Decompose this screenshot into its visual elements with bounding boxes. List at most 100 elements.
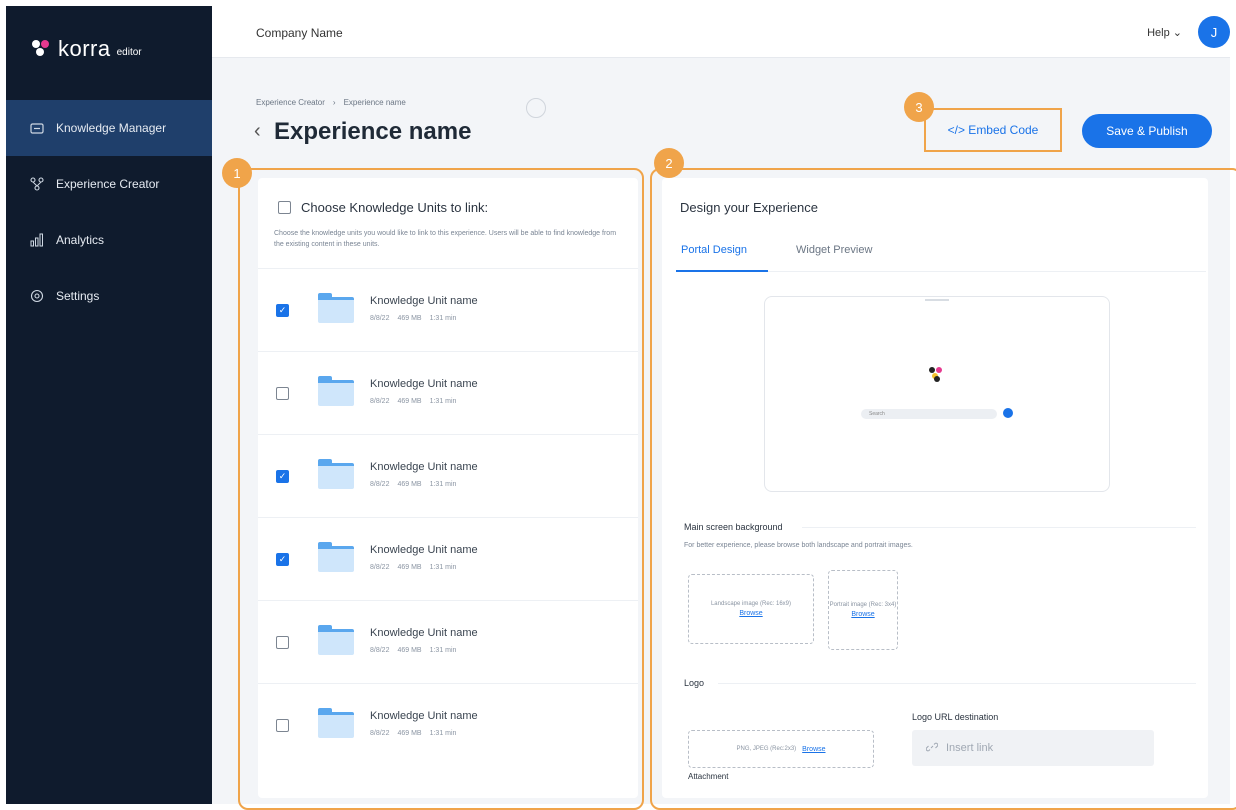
list-item[interactable]: Knowledge Unit name 8/8/22 469 MB 1:31 min — [258, 434, 638, 517]
unit-duration: 1:31 min — [429, 481, 457, 488]
folder-icon — [318, 459, 354, 489]
bar-chart-icon — [30, 233, 44, 247]
knowledge-units-panel: Choose Knowledge Units to link: Choose t… — [258, 178, 638, 798]
unit-size: 469 MB — [397, 730, 422, 737]
unit-date: 8/8/22 — [370, 398, 390, 405]
preview-logo-icon — [929, 367, 945, 383]
design-experience-panel: Design your Experience Portal Design Wid… — [662, 178, 1208, 798]
save-publish-button[interactable]: Save & Publish — [1082, 114, 1212, 148]
unit-checkbox[interactable] — [276, 304, 289, 317]
unit-checkbox[interactable] — [276, 470, 289, 483]
unit-size: 469 MB — [397, 564, 422, 571]
list-item[interactable]: Knowledge Unit name 8/8/22 469 MB 1:31 min — [258, 268, 638, 351]
breadcrumb-experience-creator[interactable]: Experience Creator — [256, 98, 325, 107]
background-description: For better experience, please browse bot… — [684, 542, 913, 549]
unit-meta: 8/8/22 469 MB 1:31 min — [370, 398, 456, 405]
insert-link-placeholder: Insert link — [946, 742, 994, 754]
unit-size: 469 MB — [397, 481, 422, 488]
tab-widget-preview[interactable]: Widget Preview — [796, 244, 872, 256]
unit-date: 8/8/22 — [370, 481, 390, 488]
list-item[interactable]: Knowledge Unit name 8/8/22 469 MB 1:31 min — [258, 517, 638, 600]
preview-search-input: Search — [861, 409, 997, 419]
embed-code-button[interactable]: </> Embed Code — [924, 108, 1062, 152]
select-all-checkbox[interactable] — [278, 201, 291, 214]
annotation-badge-2: 2 — [654, 148, 684, 178]
sidebar-item-analytics[interactable]: Analytics — [6, 212, 212, 268]
breadcrumb-current: Experience name — [343, 98, 406, 107]
unit-name: Knowledge Unit name — [370, 544, 478, 556]
korra-logo-icon — [32, 39, 52, 59]
list-item[interactable]: Knowledge Unit name 8/8/22 469 MB 1:31 min — [258, 600, 638, 683]
unit-name: Knowledge Unit name — [370, 295, 478, 307]
landscape-dropzone[interactable]: Landscape image (Rec: 16x9) Browse — [688, 574, 814, 644]
background-label: Main screen background — [684, 522, 783, 532]
knowledge-unit-list: Knowledge Unit name 8/8/22 469 MB 1:31 min… — [258, 268, 638, 766]
unit-date: 8/8/22 — [370, 315, 390, 322]
preview-search-button — [1003, 408, 1013, 418]
sidebar-item-label: Analytics — [56, 233, 105, 247]
main-content: Experience Creator › Experience name ‹ E… — [212, 58, 1236, 810]
link-icon — [925, 741, 939, 756]
unit-meta: 8/8/22 469 MB 1:31 min — [370, 647, 456, 654]
unit-duration: 1:31 min — [429, 315, 457, 322]
brand-name: korra — [58, 36, 111, 61]
unit-checkbox[interactable] — [276, 719, 289, 732]
logo-url-label: Logo URL destination — [912, 712, 999, 722]
logo-url-input[interactable]: Insert link — [912, 730, 1154, 766]
annotation-badge-1: 1 — [222, 158, 252, 188]
preview-top-bar — [925, 299, 949, 301]
sidebar-item-label: Experience Creator — [56, 177, 160, 191]
logo-attachment-dropzone[interactable]: PNG, JPEG (Rec:2x3) Browse — [688, 730, 874, 768]
unit-duration: 1:31 min — [429, 564, 457, 571]
attachment-text: PNG, JPEG (Rec:2x3) — [736, 746, 797, 752]
sidebar-nav: Knowledge Manager Experience Creator Ana… — [6, 100, 212, 324]
brand-sub: editor — [116, 46, 142, 58]
unit-meta: 8/8/22 469 MB 1:31 min — [370, 315, 456, 322]
landscape-browse-link[interactable]: Browse — [739, 610, 762, 617]
landscape-text: Landscape image (Rec: 16x9) — [710, 601, 792, 607]
choose-units-row: Choose Knowledge Units to link: — [278, 200, 488, 215]
sidebar-item-experience-creator[interactable]: Experience Creator — [6, 156, 212, 212]
folder-icon — [318, 708, 354, 738]
breadcrumb-separator: › — [332, 98, 336, 107]
unit-meta: 8/8/22 469 MB 1:31 min — [370, 730, 456, 737]
edit-title-icon[interactable] — [526, 98, 546, 118]
sidebar-item-settings[interactable]: Settings — [6, 268, 212, 324]
unit-name: Knowledge Unit name — [370, 710, 478, 722]
portrait-dropzone[interactable]: Portrait image (Rec: 3x4) Browse — [828, 570, 898, 650]
design-tabs: Portal Design Widget Preview — [676, 244, 1206, 272]
attachment-label: Attachment — [688, 772, 729, 781]
sidebar: korra editor Knowledge Manager Experienc… — [6, 6, 212, 804]
folder-icon — [318, 542, 354, 572]
portrait-browse-link[interactable]: Browse — [851, 611, 874, 618]
nodes-icon — [30, 177, 44, 191]
app-logo[interactable]: korra editor — [32, 36, 142, 62]
unit-checkbox[interactable] — [276, 553, 289, 566]
unit-checkbox[interactable] — [276, 636, 289, 649]
folder-icon — [30, 121, 44, 135]
tab-underline — [676, 270, 768, 272]
help-menu[interactable]: Help ⌄ — [1147, 26, 1182, 39]
avatar[interactable]: J — [1198, 16, 1230, 48]
choose-units-label: Choose Knowledge Units to link: — [301, 200, 489, 215]
unit-checkbox[interactable] — [276, 387, 289, 400]
back-chevron-icon[interactable]: ‹ — [254, 120, 261, 143]
unit-meta: 8/8/22 469 MB 1:31 min — [370, 481, 456, 488]
sidebar-item-knowledge-manager[interactable]: Knowledge Manager — [6, 100, 212, 156]
unit-name: Knowledge Unit name — [370, 378, 478, 390]
portrait-text: Portrait image (Rec: 3x4) — [829, 602, 897, 608]
design-title: Design your Experience — [680, 200, 819, 215]
attachment-browse-link[interactable]: Browse — [802, 746, 825, 753]
unit-duration: 1:31 min — [429, 730, 457, 737]
unit-size: 469 MB — [397, 398, 422, 405]
sidebar-item-label: Settings — [56, 289, 100, 303]
unit-size: 469 MB — [397, 315, 422, 322]
page-title: Experience name — [274, 118, 472, 145]
unit-name: Knowledge Unit name — [370, 461, 478, 473]
unit-name: Knowledge Unit name — [370, 627, 478, 639]
top-bar: Company Name Help ⌄ J — [212, 6, 1230, 58]
tab-portal-design[interactable]: Portal Design — [681, 244, 747, 256]
portal-preview: Search — [764, 296, 1110, 492]
list-item[interactable]: Knowledge Unit name 8/8/22 469 MB 1:31 min — [258, 351, 638, 434]
list-item[interactable]: Knowledge Unit name 8/8/22 469 MB 1:31 min — [258, 683, 638, 766]
